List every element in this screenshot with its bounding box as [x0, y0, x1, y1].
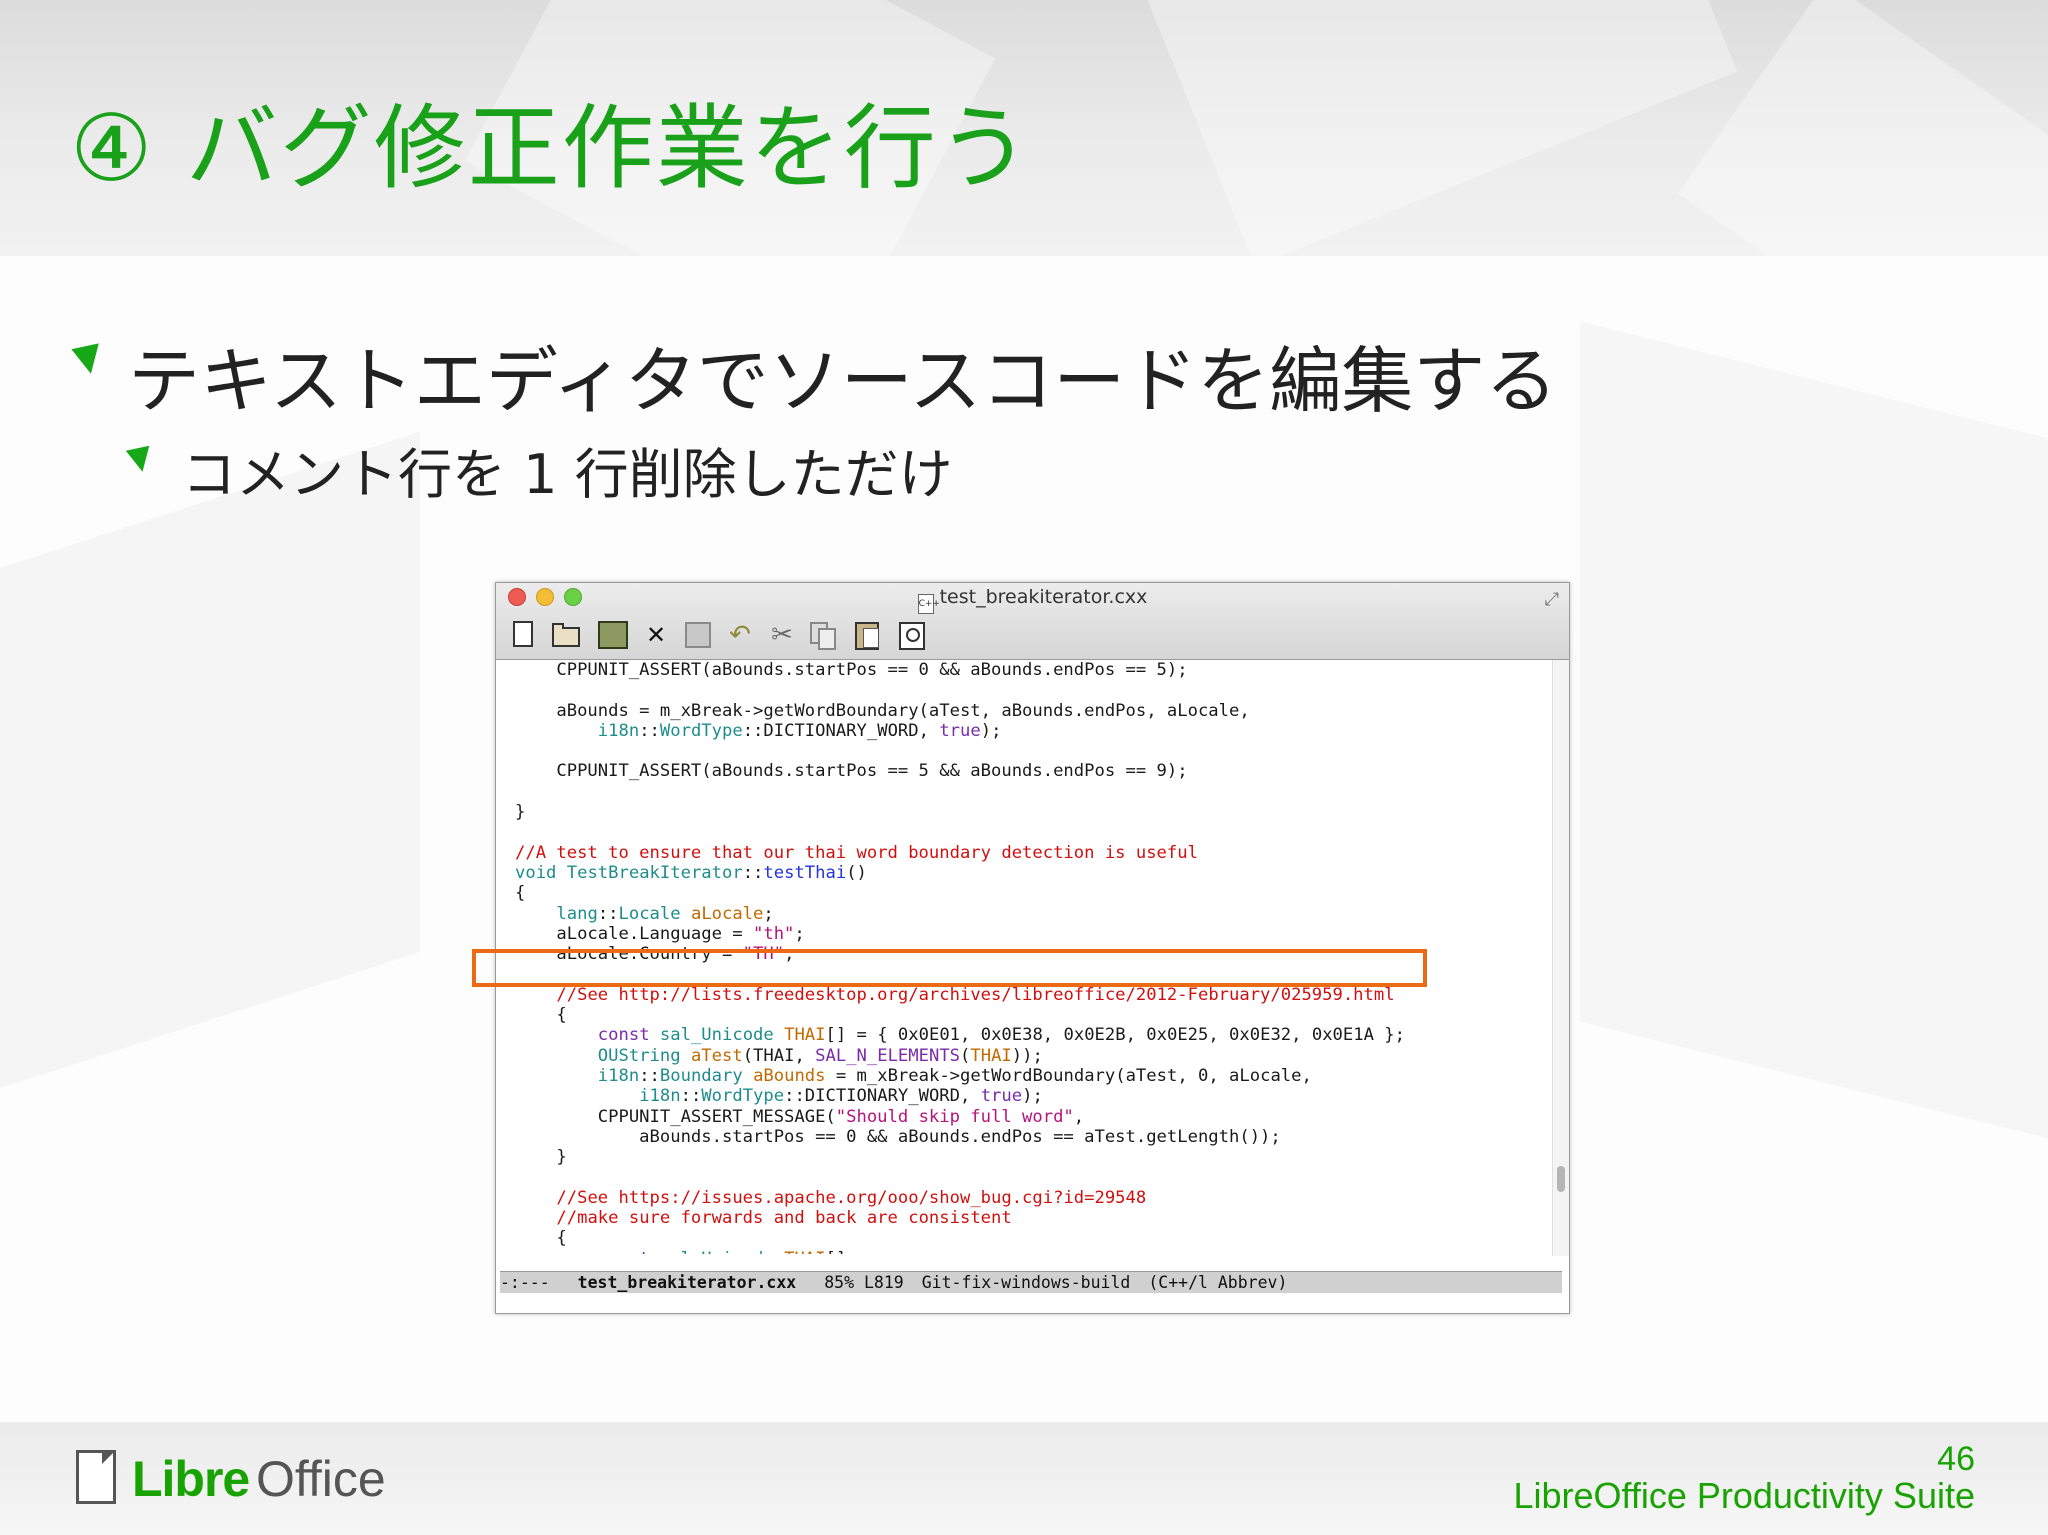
modeline-status: -:---: [500, 1273, 550, 1292]
bullet-marker: [71, 343, 105, 377]
logo-text-office: Office: [256, 1451, 386, 1507]
undo-icon[interactable]: ↶: [724, 619, 756, 651]
fullscreen-icon[interactable]: ⤢: [1545, 589, 1559, 610]
background-facet: [0, 431, 420, 1089]
mode-line: -:--- test_breakiterator.cxx 85% L819 Git-f…: [500, 1271, 1562, 1293]
save-icon[interactable]: [682, 619, 714, 651]
logo-text-libre: Libre: [132, 1451, 250, 1507]
cut-icon[interactable]: ✂: [766, 619, 798, 651]
window-titlebar: C++test_breakiterator.cxx ⤢ ✕ ↶ ✂: [496, 583, 1569, 660]
new-file-icon[interactable]: [508, 619, 540, 651]
search-icon[interactable]: [896, 619, 928, 651]
modeline-filename: test_breakiterator.cxx: [577, 1273, 797, 1292]
window-title: C++test_breakiterator.cxx: [496, 586, 1569, 614]
window-title-text: test_breakiterator.cxx: [939, 586, 1148, 608]
deleted-line-highlight: [472, 949, 1427, 987]
editor-window: C++test_breakiterator.cxx ⤢ ✕ ↶ ✂ CPPUNI…: [495, 582, 1570, 1314]
dired-icon[interactable]: [597, 619, 629, 651]
page-number: 46: [1937, 1440, 1975, 1478]
background-facet: [1580, 321, 2048, 1139]
scrollbar-thumb[interactable]: [1557, 1166, 1565, 1192]
suite-name: LibreOffice Productivity Suite: [1513, 1475, 1975, 1516]
open-folder-icon[interactable]: [550, 619, 582, 651]
bullet-text-level2: コメント行を 1 行削除しただけ: [182, 443, 953, 506]
modeline-branch: Git-fix-windows-build: [921, 1273, 1131, 1292]
slide-title: ④ バグ修正作業を行う: [70, 95, 1032, 202]
kill-buffer-icon[interactable]: ✕: [640, 619, 672, 651]
cpp-file-icon: C++: [917, 594, 940, 614]
paste-icon[interactable]: [851, 619, 883, 651]
modeline-mode: (C++/l Abbrev): [1148, 1273, 1288, 1292]
bullet-text-level1: テキストエディタでソースコードを編集する: [128, 339, 1558, 423]
copy-icon[interactable]: [807, 619, 839, 651]
vertical-scrollbar[interactable]: [1552, 660, 1569, 1256]
bullet-marker: [125, 445, 155, 475]
modeline-position: 85% L819: [824, 1273, 904, 1292]
document-icon: [76, 1450, 116, 1504]
